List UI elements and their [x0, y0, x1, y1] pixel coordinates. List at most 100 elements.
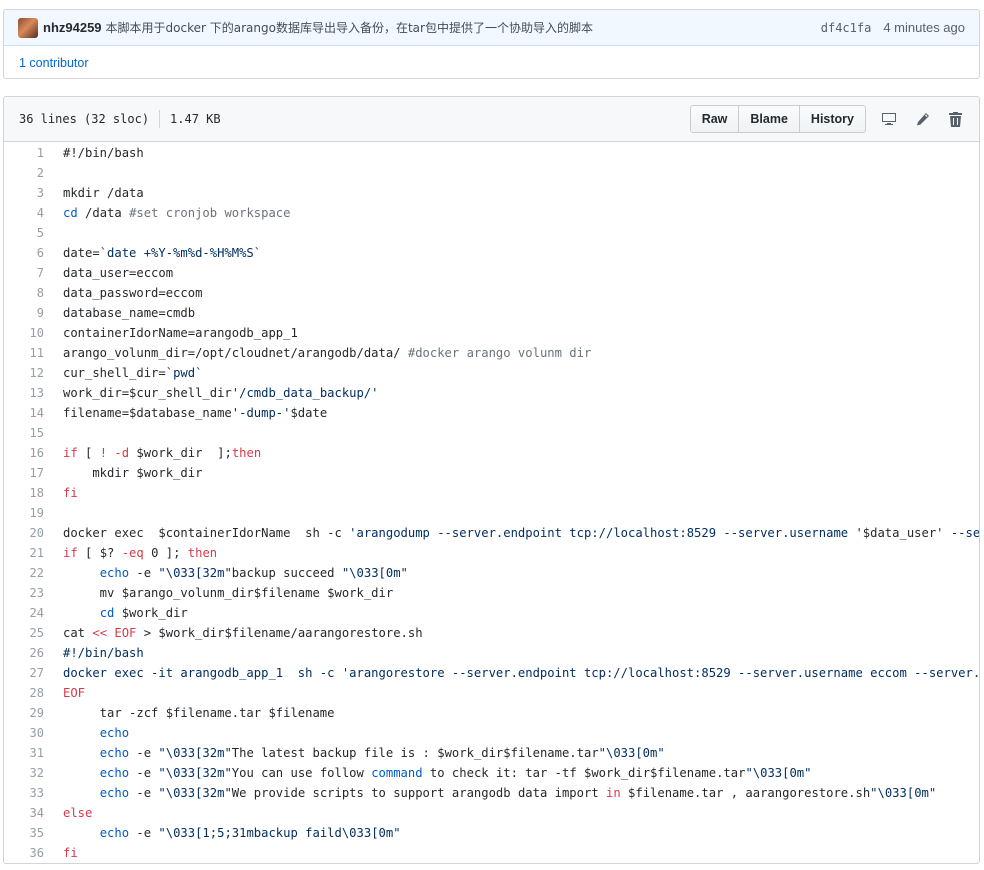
line-content: mkdir $work_dir	[63, 466, 203, 480]
code-line: 32 echo -e "\033[32m"You can use follow …	[4, 763, 979, 783]
code-line: 21 if [ $? -eq 0 ]; then	[4, 543, 979, 563]
line-number[interactable]: 32	[4, 763, 44, 783]
line-number[interactable]: 25	[4, 623, 44, 643]
line-content	[44, 223, 63, 243]
line-number[interactable]: 16	[4, 443, 44, 463]
line-content: echo -e "\033[32m"The latest backup file…	[99, 746, 665, 760]
line-number[interactable]: 34	[4, 803, 44, 823]
latest-commit-box: nhz94259 本脚本用于docker 下的arango数据库导出导入备份，在…	[3, 9, 980, 79]
line-number[interactable]: 19	[4, 503, 44, 523]
author-avatar[interactable]	[18, 17, 38, 38]
code-line: 6 date=`date +%Y-%m%d-%H%M%S`	[4, 243, 979, 263]
line-number[interactable]: 26	[4, 643, 44, 663]
code-line: 30 echo	[4, 723, 979, 743]
code-line: 35 echo -e "\033[1;5;31mbackup faild\033…	[4, 823, 979, 843]
line-number[interactable]: 23	[4, 583, 44, 603]
line-content	[44, 423, 63, 443]
commit-message[interactable]: 本脚本用于docker 下的arango数据库导出导入备份，在tar包中提供了一…	[106, 19, 821, 36]
line-number[interactable]: 27	[4, 663, 44, 683]
line-number[interactable]: 5	[4, 223, 44, 243]
line-number[interactable]: 29	[4, 703, 44, 723]
line-number[interactable]: 6	[4, 243, 44, 263]
contributors-link[interactable]: 1 contributor	[19, 56, 88, 70]
line-number[interactable]: 10	[4, 323, 44, 343]
code-line: 22 echo -e "\033[32m"backup succeed "\03…	[4, 563, 979, 583]
line-content: if [ $? -eq 0 ]; then	[63, 546, 218, 560]
line-number[interactable]: 2	[4, 163, 44, 183]
commit-row: nhz94259 本脚本用于docker 下的arango数据库导出导入备份，在…	[4, 10, 979, 46]
file-actions-group: Raw Blame History	[689, 105, 866, 133]
blame-button[interactable]: Blame	[739, 106, 800, 132]
line-number[interactable]: 35	[4, 823, 44, 843]
line-number[interactable]: 22	[4, 563, 44, 583]
line-content: work_dir=$cur_shell_dir'/cmdb_data_backu…	[63, 386, 379, 400]
line-number[interactable]: 3	[4, 183, 44, 203]
line-content: arango_volunm_dir=/opt/cloudnet/arangodb…	[63, 346, 592, 360]
line-number[interactable]: 28	[4, 683, 44, 703]
line-number[interactable]: 4	[4, 203, 44, 223]
file-viewer: 36 lines (32 sloc) 1.47 KB Raw Blame His…	[3, 96, 980, 864]
line-content	[44, 503, 63, 523]
line-number[interactable]: 1	[4, 143, 44, 163]
line-number[interactable]: 24	[4, 603, 44, 623]
line-content: docker exec -it arangodb_app_1 sh -c 'ar…	[63, 666, 979, 680]
line-number[interactable]: 31	[4, 743, 44, 763]
line-number[interactable]: 9	[4, 303, 44, 323]
line-content: echo	[99, 726, 130, 740]
line-content: else	[63, 806, 93, 820]
line-number[interactable]: 17	[4, 463, 44, 483]
code-line: 24 cd $work_dir	[4, 603, 979, 623]
commit-sha[interactable]: df4c1fa	[821, 21, 872, 35]
file-info-divider	[159, 110, 161, 128]
line-number[interactable]: 11	[4, 343, 44, 363]
line-number[interactable]: 36	[4, 843, 44, 863]
commit-author[interactable]: nhz94259	[43, 20, 102, 35]
line-number[interactable]: 12	[4, 363, 44, 383]
line-number[interactable]: 33	[4, 783, 44, 803]
code-line: 3 mkdir /data	[4, 183, 979, 203]
line-number[interactable]: 30	[4, 723, 44, 743]
line-number[interactable]: 18	[4, 483, 44, 503]
line-number[interactable]: 7	[4, 263, 44, 283]
line-number[interactable]: 20	[4, 523, 44, 543]
contributors-row: 1 contributor	[4, 46, 979, 78]
line-number[interactable]: 15	[4, 423, 44, 443]
line-content: cur_shell_dir=`pwd`	[63, 366, 203, 380]
line-content: containerIdorName=arangodb_app_1	[63, 326, 298, 340]
code-line: 10 containerIdorName=arangodb_app_1	[4, 323, 979, 343]
line-content: database_name=cmdb	[63, 306, 196, 320]
code-line: 13 work_dir=$cur_shell_dir'/cmdb_data_bac…	[4, 383, 979, 403]
pencil-icon[interactable]	[912, 109, 932, 129]
code-line: 17 mkdir $work_dir	[4, 463, 979, 483]
history-button[interactable]: History	[799, 106, 865, 132]
line-content: echo -e "\033[1;5;31mbackup faild\033[0m…	[99, 826, 401, 840]
line-content: echo -e "\033[32m"backup succeed "\033[0…	[99, 566, 408, 580]
line-number[interactable]: 14	[4, 403, 44, 423]
code-line: 18 fi	[4, 483, 979, 503]
desktop-icon[interactable]	[879, 109, 899, 129]
raw-button[interactable]: Raw	[690, 106, 740, 132]
line-content: echo -e "\033[32m"You can use follow com…	[99, 766, 812, 780]
line-content: data_user=eccom	[63, 266, 174, 280]
file-size: 1.47 KB	[170, 112, 221, 126]
code-line: 36 fi	[4, 843, 979, 863]
line-content: docker exec $containerIdorName sh -c 'ar…	[63, 526, 979, 540]
code-line: 8 data_password=eccom	[4, 283, 979, 303]
line-content: cd /data #set cronjob workspace	[63, 206, 291, 220]
line-content: mv $arango_volunm_dir$filename $work_dir	[63, 586, 394, 600]
code-table: 1 #!/bin/bash 2 3 mkdir /data 4 cd /data #set …	[4, 142, 979, 863]
line-content: fi	[63, 846, 78, 860]
code-line: 33 echo -e "\033[32m"We provide scripts …	[4, 783, 979, 803]
line-content: #!/bin/bash	[63, 646, 144, 660]
line-number[interactable]: 8	[4, 283, 44, 303]
trash-icon[interactable]	[945, 109, 965, 129]
line-number[interactable]: 21	[4, 543, 44, 563]
file-info: 36 lines (32 sloc) 1.47 KB	[19, 110, 221, 128]
code-line: 19	[4, 503, 979, 523]
code-line: 2	[4, 163, 979, 183]
code-line: 34 else	[4, 803, 979, 823]
code-line: 15	[4, 423, 979, 443]
commit-time: 4 minutes ago	[883, 20, 965, 35]
code-line: 27 docker exec -it arangodb_app_1 sh -c '…	[4, 663, 979, 683]
line-number[interactable]: 13	[4, 383, 44, 403]
